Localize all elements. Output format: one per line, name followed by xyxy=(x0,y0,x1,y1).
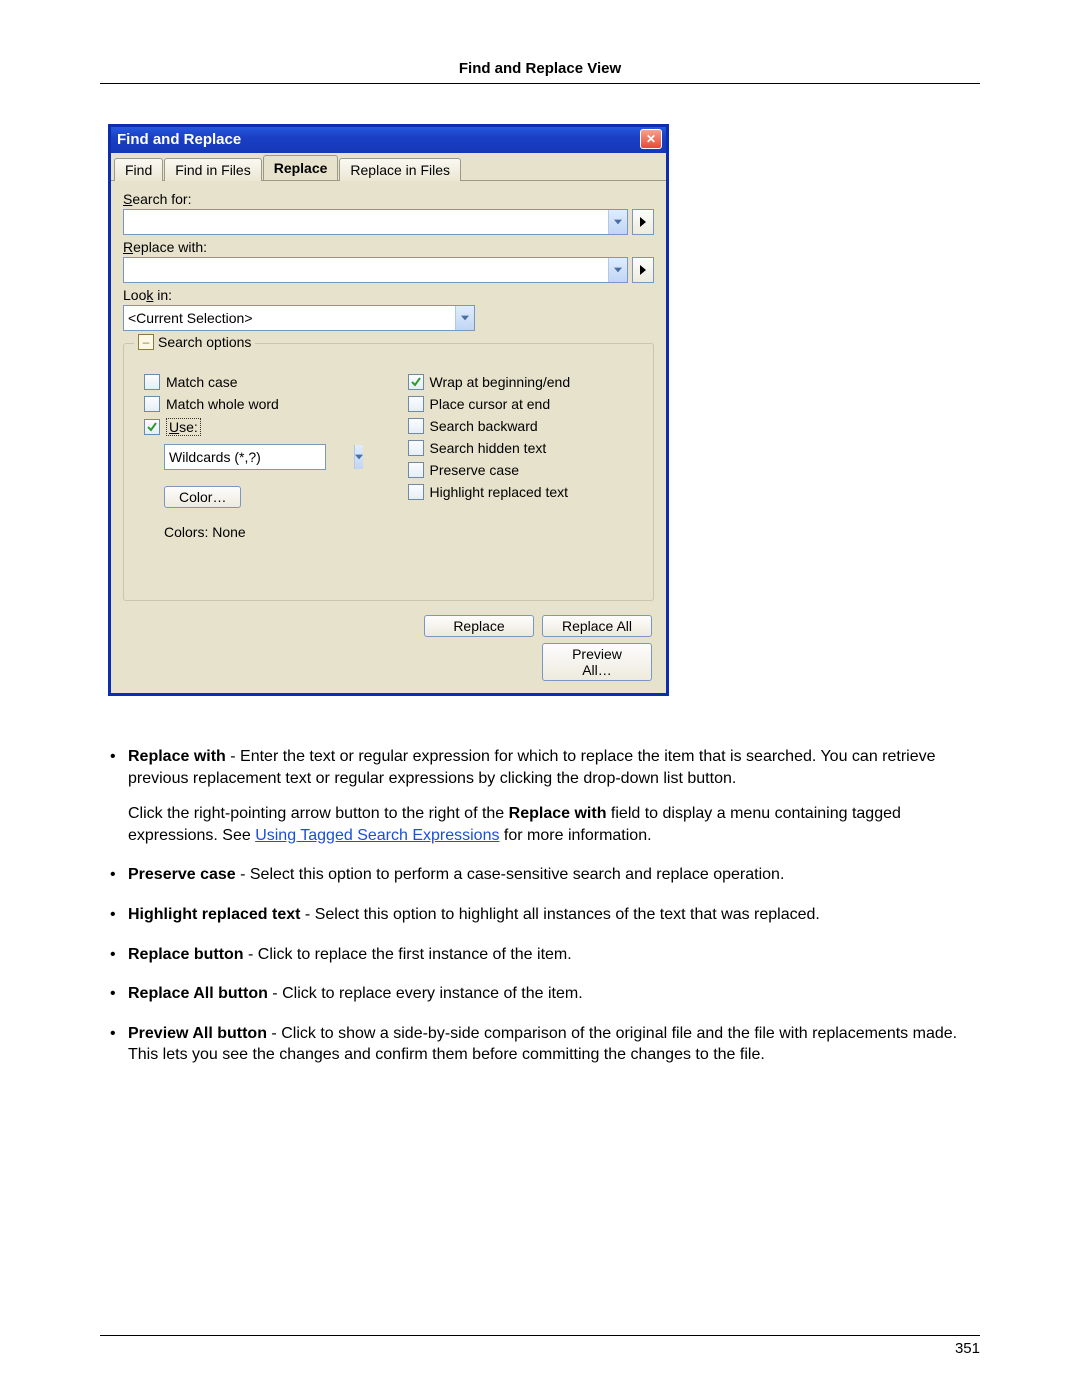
color-button[interactable]: Color… xyxy=(164,486,241,508)
search-for-label: Search for: xyxy=(123,191,654,207)
search-for-menu-button[interactable] xyxy=(632,209,654,235)
collapse-toggle[interactable]: – xyxy=(138,334,154,350)
minus-icon: – xyxy=(143,336,150,348)
dialog-title: Find and Replace xyxy=(117,131,241,148)
bullet-replace-with: Replace with - Enter the text or regular… xyxy=(100,746,980,846)
triangle-right-icon xyxy=(640,217,646,227)
look-in-combo[interactable] xyxy=(123,305,475,331)
chevron-down-icon xyxy=(461,315,469,321)
page-header-title: Find and Replace View xyxy=(100,60,980,84)
highlight-replaced-checkbox[interactable]: Highlight replaced text xyxy=(408,484,642,500)
search-options-group: – Search options Match case Match whole … xyxy=(123,343,654,601)
wrap-checkbox[interactable]: Wrap at beginning/end xyxy=(408,374,642,390)
titlebar: Find and Replace ✕ xyxy=(111,127,666,153)
replace-all-button[interactable]: Replace All xyxy=(542,615,652,637)
replace-button[interactable]: Replace xyxy=(424,615,534,637)
use-label-focused: Use: xyxy=(166,418,201,436)
tab-replace[interactable]: Replace xyxy=(263,155,339,180)
look-in-dropdown[interactable] xyxy=(455,306,474,330)
tagged-expressions-link[interactable]: Using Tagged Search Expressions xyxy=(255,827,499,844)
page-number: 351 xyxy=(100,1335,980,1357)
use-mode-dropdown[interactable] xyxy=(354,445,363,469)
tab-replace-in-files[interactable]: Replace in Files xyxy=(339,158,461,181)
tab-strip: Find Find in Files Replace Replace in Fi… xyxy=(111,153,666,180)
chevron-down-icon xyxy=(355,454,363,460)
search-hidden-checkbox[interactable]: Search hidden text xyxy=(408,440,642,456)
search-for-input[interactable] xyxy=(124,210,608,234)
use-mode-input[interactable] xyxy=(165,445,354,469)
triangle-right-icon xyxy=(640,265,646,275)
chevron-down-icon xyxy=(614,267,622,273)
search-for-combo[interactable] xyxy=(123,209,628,235)
place-cursor-checkbox[interactable]: Place cursor at end xyxy=(408,396,642,412)
find-replace-dialog: Find and Replace ✕ Find Find in Files Re… xyxy=(108,124,669,696)
bullet-preview-all-button: Preview All button - Click to show a sid… xyxy=(100,1023,980,1066)
search-backward-checkbox[interactable]: Search backward xyxy=(408,418,642,434)
use-mode-combo[interactable] xyxy=(164,444,326,470)
colors-status: Colors: None xyxy=(164,524,378,540)
preview-all-button[interactable]: Preview All… xyxy=(542,643,652,681)
group-legend-label: Search options xyxy=(158,334,251,350)
dialog-footer: Replace Replace All Preview All… xyxy=(123,615,654,681)
match-whole-word-checkbox[interactable]: Match whole word xyxy=(144,396,378,412)
replace-with-input[interactable] xyxy=(124,258,608,282)
replace-with-combo[interactable] xyxy=(123,257,628,283)
look-in-label: Look in: xyxy=(123,287,654,303)
use-checkbox[interactable]: Use: xyxy=(144,418,378,436)
close-icon: ✕ xyxy=(646,132,656,146)
check-icon xyxy=(147,422,157,432)
chevron-down-icon xyxy=(614,219,622,225)
tab-find-in-files[interactable]: Find in Files xyxy=(164,158,261,181)
bullet-replace-button: Replace button - Click to replace the fi… xyxy=(100,944,980,966)
preserve-case-checkbox[interactable]: Preserve case xyxy=(408,462,642,478)
replace-panel: Search for: Replace with: xyxy=(111,180,666,693)
description-prose: Replace with - Enter the text or regular… xyxy=(100,746,980,1066)
search-for-dropdown[interactable] xyxy=(608,210,627,234)
replace-with-menu-button[interactable] xyxy=(632,257,654,283)
check-icon xyxy=(411,377,421,387)
look-in-input[interactable] xyxy=(124,306,455,330)
bullet-replace-all-button: Replace All button - Click to replace ev… xyxy=(100,983,980,1005)
tab-find[interactable]: Find xyxy=(114,158,163,181)
group-legend: – Search options xyxy=(134,334,255,350)
replace-with-dropdown[interactable] xyxy=(608,258,627,282)
close-button[interactable]: ✕ xyxy=(640,129,662,149)
replace-with-label: Replace with: xyxy=(123,239,654,255)
bullet-replace-with-sub: Click the right-pointing arrow button to… xyxy=(128,803,980,846)
bullet-preserve-case: Preserve case - Select this option to pe… xyxy=(100,864,980,886)
match-case-checkbox[interactable]: Match case xyxy=(144,374,378,390)
bullet-highlight-replaced: Highlight replaced text - Select this op… xyxy=(100,904,980,926)
